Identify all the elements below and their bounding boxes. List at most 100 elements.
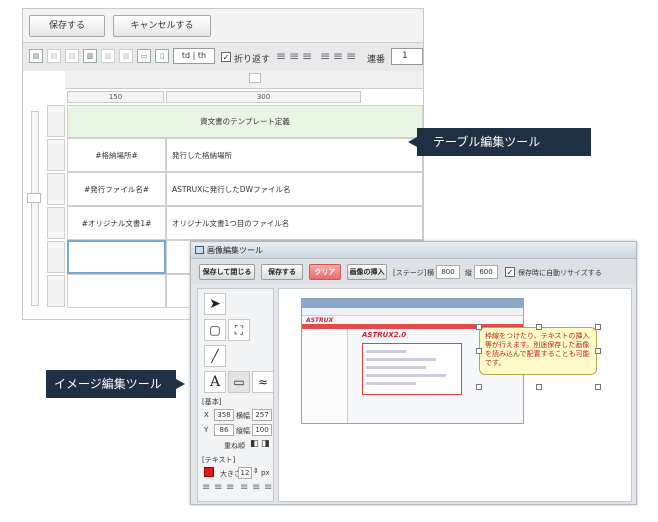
text-valign-top-icon[interactable]: ≡ [240, 482, 248, 493]
row-handle[interactable] [47, 207, 65, 239]
text-align-left-icon[interactable]: ≡ [202, 482, 210, 493]
screenshot-title: ASTRUX2.0 [362, 331, 407, 339]
screenshot-logo: ASTRUX [306, 317, 334, 324]
valign-middle-icon[interactable]: ≡ [333, 49, 343, 63]
text-valign-bottom-icon[interactable]: ≡ [264, 482, 272, 493]
bring-front-icon[interactable]: ◧ [250, 439, 259, 449]
image-save-button[interactable]: 保存する [261, 264, 303, 280]
serial-select[interactable]: 1 [391, 48, 423, 65]
insert-column-left-icon[interactable]: ▥ [83, 49, 97, 63]
stage-height-input[interactable]: 600 [474, 265, 498, 279]
insert-image-button[interactable]: 画像の挿入 [347, 264, 387, 280]
height-input[interactable]: 100 [252, 424, 272, 436]
height-label: 縦幅 [236, 427, 250, 435]
wrap-checkbox[interactable]: ✓ [221, 52, 231, 62]
cancel-button[interactable]: キャンセルする [113, 15, 211, 37]
font-size-input[interactable]: 12 [238, 467, 252, 479]
text-tool-icon[interactable]: A [204, 371, 226, 393]
table-cell[interactable] [67, 274, 166, 308]
image-canvas[interactable]: ASTRUX ASTRUX2.0 枠線をつけたり、テキストの挿入等が行えます。別… [278, 288, 632, 502]
screenshot-highlight-box [362, 343, 462, 395]
text-section-label: [テキスト] [202, 456, 236, 464]
delete-column-icon[interactable]: ▥ [119, 49, 133, 63]
balloon-tool-icon[interactable]: ▭ [228, 371, 250, 393]
row-handle[interactable] [47, 173, 65, 205]
align-center-icon[interactable]: ≡ [289, 49, 299, 63]
row-handle[interactable] [47, 275, 65, 307]
text-valign-middle-icon[interactable]: ≡ [252, 482, 260, 493]
image-tool-label: イメージ編集ツール [46, 370, 185, 398]
vertical-ruler-handle[interactable] [27, 193, 41, 203]
select-arrow-icon[interactable]: ➤ [204, 293, 226, 315]
resize-handle[interactable] [536, 324, 542, 330]
row-handle[interactable] [47, 139, 65, 171]
table-cell[interactable]: 発行した格納場所 [166, 138, 423, 172]
text-align-right-icon[interactable]: ≡ [226, 482, 234, 493]
table-cell[interactable]: #発行ファイル名# [67, 172, 166, 206]
table-cell[interactable]: ASTRUXに発行したDWファイル名 [166, 172, 423, 206]
stage-width-label: 横 [427, 269, 434, 277]
stage-label: [ステージ] [393, 269, 427, 277]
rectangle-tool-icon[interactable]: ▢ [204, 319, 226, 341]
resize-handle[interactable] [476, 324, 482, 330]
screenshot-line [366, 374, 446, 377]
y-input[interactable]: 86 [214, 424, 234, 436]
send-back-icon[interactable]: ◨ [261, 439, 270, 449]
auto-resize-checkbox[interactable]: ✓ [505, 267, 515, 277]
font-size-stepper-icon[interactable]: ⇕ [253, 467, 259, 475]
screenshot-line [366, 350, 406, 353]
screenshot-browser-bar [302, 299, 523, 308]
clear-button[interactable]: クリア [309, 264, 341, 280]
table-header-cell[interactable]: 資文書のテンプレート定義 [67, 105, 423, 138]
order-label: 重ね順 [224, 442, 245, 450]
image-editor-titlebar: 画像編集ツール [191, 242, 636, 259]
table-cell[interactable]: #オリジナル文書1# [67, 206, 166, 240]
width-label: 横幅 [236, 412, 250, 420]
screenshot-sidebar [302, 329, 348, 423]
row-handle[interactable] [47, 241, 65, 273]
size-unit-label: px [261, 469, 270, 477]
horizontal-ruler [65, 71, 423, 89]
insert-row-above-icon[interactable]: ▤ [29, 49, 43, 63]
crop-tool-icon[interactable]: ⛶ [228, 319, 250, 341]
valign-top-icon[interactable]: ≡ [320, 49, 330, 63]
resize-handle[interactable] [595, 348, 601, 354]
wave-tool-icon[interactable]: ≈ [252, 371, 274, 393]
resize-handle[interactable] [476, 384, 482, 390]
image-tool-panel: ➤ ▢ ⛶ ╱ A ▭ ≈ [基本] X 358 横幅 257 Y 86 縦幅 … [197, 288, 274, 502]
resize-handle[interactable] [476, 348, 482, 354]
table-cell[interactable]: オリジナル文書1つ目のファイル名 [166, 206, 423, 240]
column-width-1[interactable]: 150 [67, 91, 164, 103]
resize-handle[interactable] [536, 384, 542, 390]
table-cell[interactable]: #格納場所# [67, 138, 166, 172]
screenshot-line [366, 366, 426, 369]
width-input[interactable]: 257 [252, 409, 272, 421]
text-align-center-icon[interactable]: ≡ [214, 482, 222, 493]
stage-width-input[interactable]: 800 [436, 265, 460, 279]
delete-row-icon[interactable]: ▤ [65, 49, 79, 63]
resize-handle[interactable] [595, 324, 601, 330]
merge-cells-icon[interactable]: ▭ [137, 49, 151, 63]
text-color-swatch[interactable] [204, 467, 214, 477]
save-close-button[interactable]: 保存して閉じる [199, 264, 255, 280]
align-left-icon[interactable]: ≡ [276, 49, 286, 63]
ruler-handle[interactable] [249, 73, 261, 83]
vertical-ruler [31, 111, 39, 306]
selected-table-cell[interactable] [67, 240, 166, 274]
align-right-icon[interactable]: ≡ [302, 49, 312, 63]
image-editor-window: 画像編集ツール 保存して閉じる 保存する クリア 画像の挿入 [ステージ] 横 … [190, 241, 637, 505]
split-cells-icon[interactable]: ▯ [155, 49, 169, 63]
column-width-2[interactable]: 300 [166, 91, 361, 103]
resize-handle[interactable] [595, 384, 601, 390]
save-button[interactable]: 保存する [29, 15, 105, 37]
line-tool-icon[interactable]: ╱ [204, 345, 226, 367]
window-icon [195, 246, 204, 254]
valign-bottom-icon[interactable]: ≡ [346, 49, 356, 63]
insert-row-below-icon[interactable]: ▤ [47, 49, 61, 63]
insert-column-right-icon[interactable]: ▥ [101, 49, 115, 63]
screenshot-line [366, 358, 436, 361]
x-input[interactable]: 358 [214, 409, 234, 421]
callout-balloon[interactable]: 枠線をつけたり、テキストの挿入等が行えます。別途保存した画像を読み込んで配置する… [479, 327, 597, 375]
td-th-toggle[interactable]: td | th [173, 48, 215, 64]
row-handle[interactable] [47, 105, 65, 137]
